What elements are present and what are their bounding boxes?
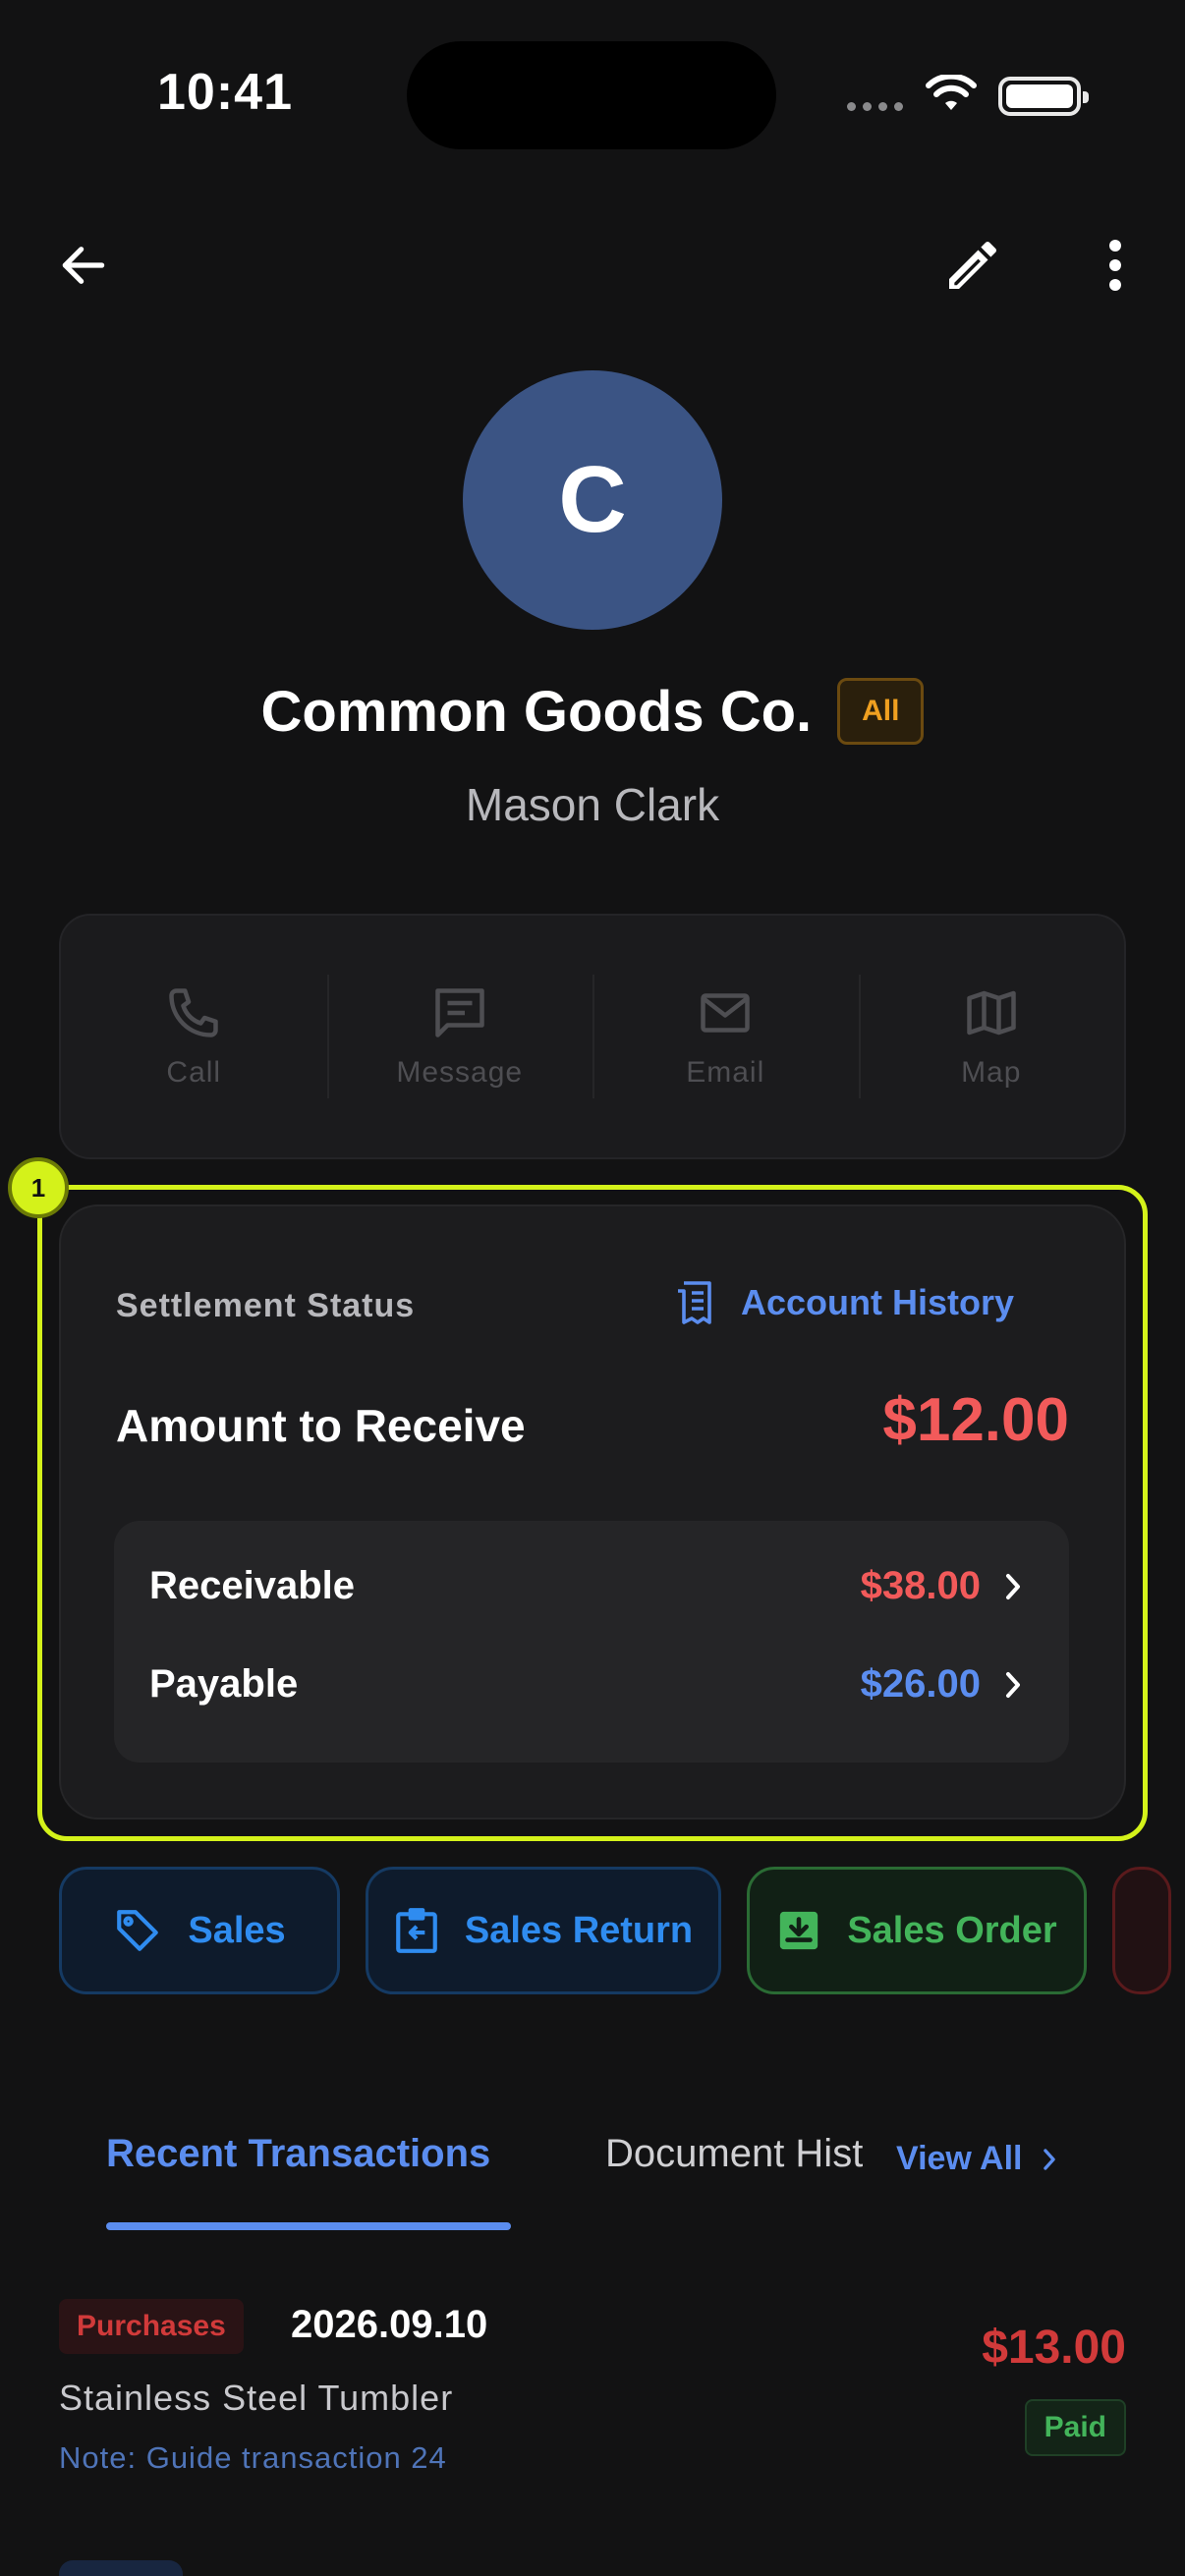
sales-return-button[interactable]: Sales Return <box>366 1867 721 1994</box>
more-vertical-icon <box>1109 240 1121 291</box>
transaction-status-badge: Paid <box>1024 2399 1126 2456</box>
message-button[interactable]: Message <box>326 963 593 1110</box>
email-button[interactable]: Email <box>592 963 859 1110</box>
phone-icon <box>169 988 218 1037</box>
wifi-icon <box>926 75 977 110</box>
more-options-button[interactable] <box>1071 216 1159 314</box>
chevron-right-icon <box>1006 1573 1020 1599</box>
download-box-icon <box>780 1911 818 1950</box>
clipboard-return-icon <box>396 1908 437 1953</box>
sales-order-button[interactable]: Sales Order <box>747 1867 1087 1994</box>
status-time: 10:41 <box>157 64 293 121</box>
account-history-link[interactable]: Account History <box>674 1279 1014 1326</box>
transaction-amount: $13.00 <box>982 2322 1126 2374</box>
account-history-label: Account History <box>741 1282 1015 1322</box>
active-tab-indicator <box>106 2222 511 2230</box>
email-label: Email <box>686 1056 765 1089</box>
more-document-button[interactable] <box>1112 1867 1171 1994</box>
call-label: Call <box>166 1056 222 1089</box>
view-all-label: View All <box>896 2140 1023 2177</box>
tab-document-history[interactable]: Document History <box>605 2132 863 2176</box>
transaction-date: 2026.09.10 <box>291 2303 488 2346</box>
payable-label: Payable <box>149 1662 299 1706</box>
back-button[interactable] <box>39 216 128 314</box>
pencil-icon <box>949 241 997 289</box>
amount-to-receive-value: $12.00 <box>882 1386 1069 1454</box>
tab-recent-transactions[interactable]: Recent Transactions <box>106 2132 490 2176</box>
avatar: C <box>463 370 722 630</box>
sales-return-label: Sales Return <box>464 1909 694 1951</box>
transaction-type-badge: Purchases <box>59 2299 244 2354</box>
balance-breakdown <box>114 1521 1069 1763</box>
chevron-right-icon <box>1043 2148 1055 2170</box>
receivable-row[interactable]: Receivable $38.00 <box>149 1564 1024 1608</box>
map-label: Map <box>961 1056 1022 1089</box>
company-name-row: Common Goods Co. All <box>0 678 1185 745</box>
group-tag: All <box>837 678 925 745</box>
sales-button[interactable]: Sales <box>59 1867 340 1994</box>
view-all-link[interactable]: View All <box>896 2140 1058 2178</box>
receivable-value: $38.00 <box>860 1564 981 1607</box>
transaction-note: Note: Guide transaction 24 <box>59 2440 447 2475</box>
call-button[interactable]: Call <box>61 963 327 1110</box>
arrow-left-icon <box>62 247 105 284</box>
receivable-label: Receivable <box>149 1564 356 1607</box>
next-transaction-badge <box>59 2560 183 2576</box>
payable-value: $26.00 <box>860 1662 981 1706</box>
message-label: Message <box>396 1056 524 1089</box>
map-button[interactable]: Map <box>858 963 1125 1110</box>
amount-to-receive-label: Amount to Receive <box>116 1400 526 1451</box>
message-icon <box>435 988 484 1037</box>
edit-button[interactable] <box>924 216 1022 314</box>
contact-person-name: Mason Clark <box>465 779 720 830</box>
battery-icon <box>998 77 1089 116</box>
sales-label: Sales <box>188 1909 286 1951</box>
highlight-badge: 1 <box>8 1157 69 1218</box>
map-icon <box>967 990 1016 1036</box>
signal-icon <box>847 102 903 111</box>
receipt-icon <box>678 1281 711 1324</box>
company-name: Common Goods Co. <box>260 679 813 744</box>
mail-icon <box>701 993 750 1033</box>
dynamic-island <box>407 41 776 149</box>
contact-actions-card: Call Message Email Map <box>59 914 1126 1159</box>
tag-icon <box>117 1910 159 1951</box>
transaction-item: Stainless Steel Tumbler <box>59 2378 454 2418</box>
sales-order-label: Sales Order <box>847 1909 1057 1951</box>
chevron-right-icon <box>1006 1671 1020 1698</box>
settlement-title: Settlement Status <box>116 1287 416 1324</box>
payable-row[interactable]: Payable $26.00 <box>149 1662 1024 1707</box>
